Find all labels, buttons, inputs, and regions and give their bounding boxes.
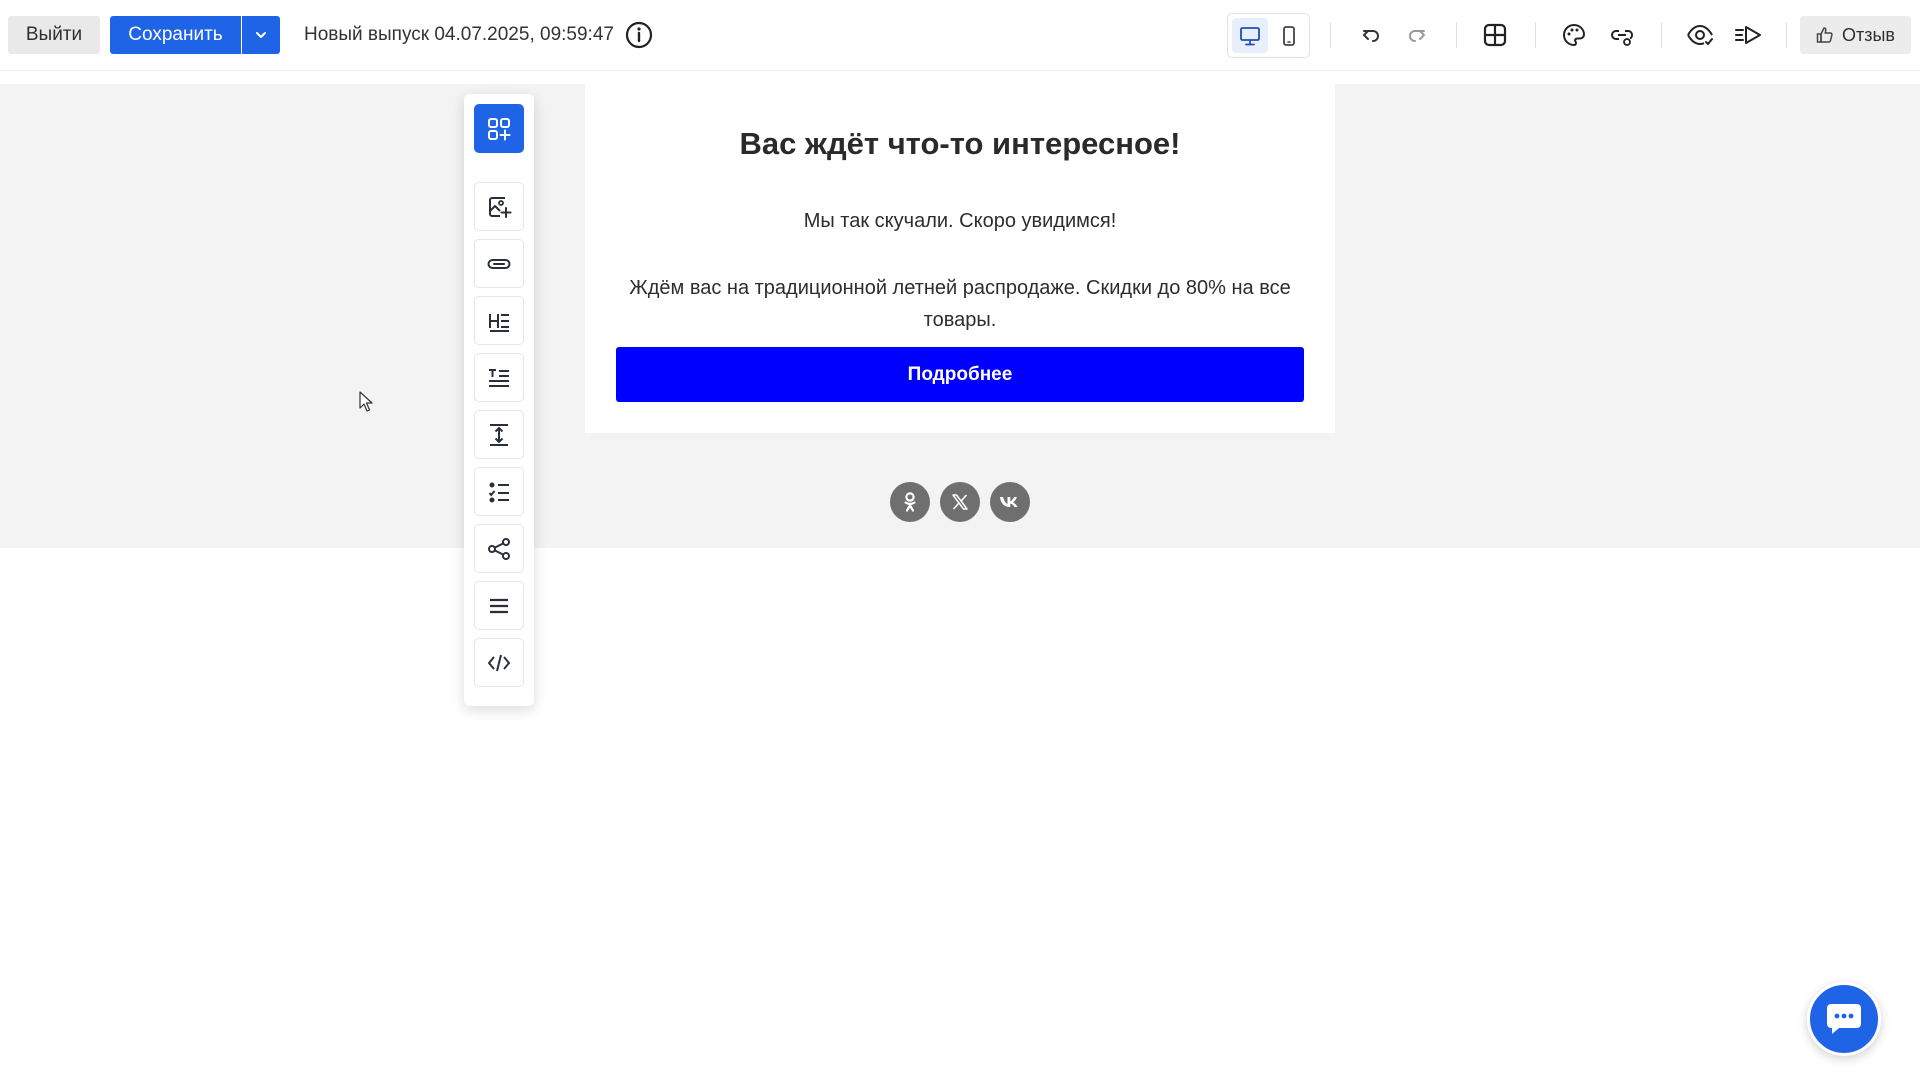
x-twitter-icon[interactable] [940,482,980,522]
vk-icon[interactable] [990,482,1030,522]
toolbar-divider [1661,22,1662,48]
link-settings-icon[interactable] [1605,18,1639,52]
device-switcher [1227,13,1310,58]
mobile-icon[interactable] [1271,18,1307,53]
feedback-label: Отзыв [1842,24,1895,45]
chat-bubble-icon[interactable] [1807,982,1881,1056]
send-test-icon[interactable] [1731,18,1765,52]
heading-block-icon[interactable] [474,296,524,345]
layout-grid-icon[interactable] [1478,18,1512,52]
list-block-icon[interactable] [474,467,524,516]
toolbar-divider [1456,22,1457,48]
top-toolbar: Выйти Сохранить Новый выпуск 04.07.2025,… [0,0,1920,71]
release-title: Новый выпуск 04.07.2025, 09:59:47 [304,24,614,45]
email-paragraph[interactable]: Ждём вас на традиционной летней распрода… [615,272,1305,336]
image-block-icon[interactable] [474,182,524,231]
undo-icon[interactable] [1354,18,1388,52]
desktop-icon[interactable] [1232,18,1268,53]
cta-button[interactable]: Подробнее [616,347,1304,402]
text-block-icon[interactable] [474,353,524,402]
palette-icon[interactable] [1557,18,1591,52]
save-button[interactable]: Сохранить [110,16,241,54]
blocks-panel [464,94,534,706]
preview-icon[interactable] [1683,18,1717,52]
redo-icon[interactable] [1400,18,1434,52]
toolbar-divider [1330,22,1331,48]
email-paragraph[interactable]: Мы так скучали. Скоро увидимся! [585,210,1335,233]
save-options-button[interactable] [242,16,280,54]
toolbar-divider [1535,22,1536,48]
chevron-down-icon [256,32,266,38]
html-block-icon[interactable] [474,638,524,687]
email-content-block[interactable]: Вас ждёт что-то интересное! Мы так скуча… [585,84,1335,433]
button-block-icon[interactable] [474,239,524,288]
email-title[interactable]: Вас ждёт что-то интересное! [585,126,1335,162]
add-block-icon[interactable] [474,104,524,153]
thumbs-up-icon [1816,27,1833,43]
info-icon[interactable] [622,18,656,52]
toolbar-divider [1786,22,1787,48]
odnoklassniki-icon[interactable] [890,482,930,522]
feedback-button[interactable]: Отзыв [1800,16,1911,54]
exit-button[interactable]: Выйти [8,16,100,54]
mouse-cursor-icon [359,391,373,412]
social-block-icon[interactable] [474,524,524,573]
spacer-block-icon[interactable] [474,410,524,459]
menu-block-icon[interactable] [474,581,524,630]
